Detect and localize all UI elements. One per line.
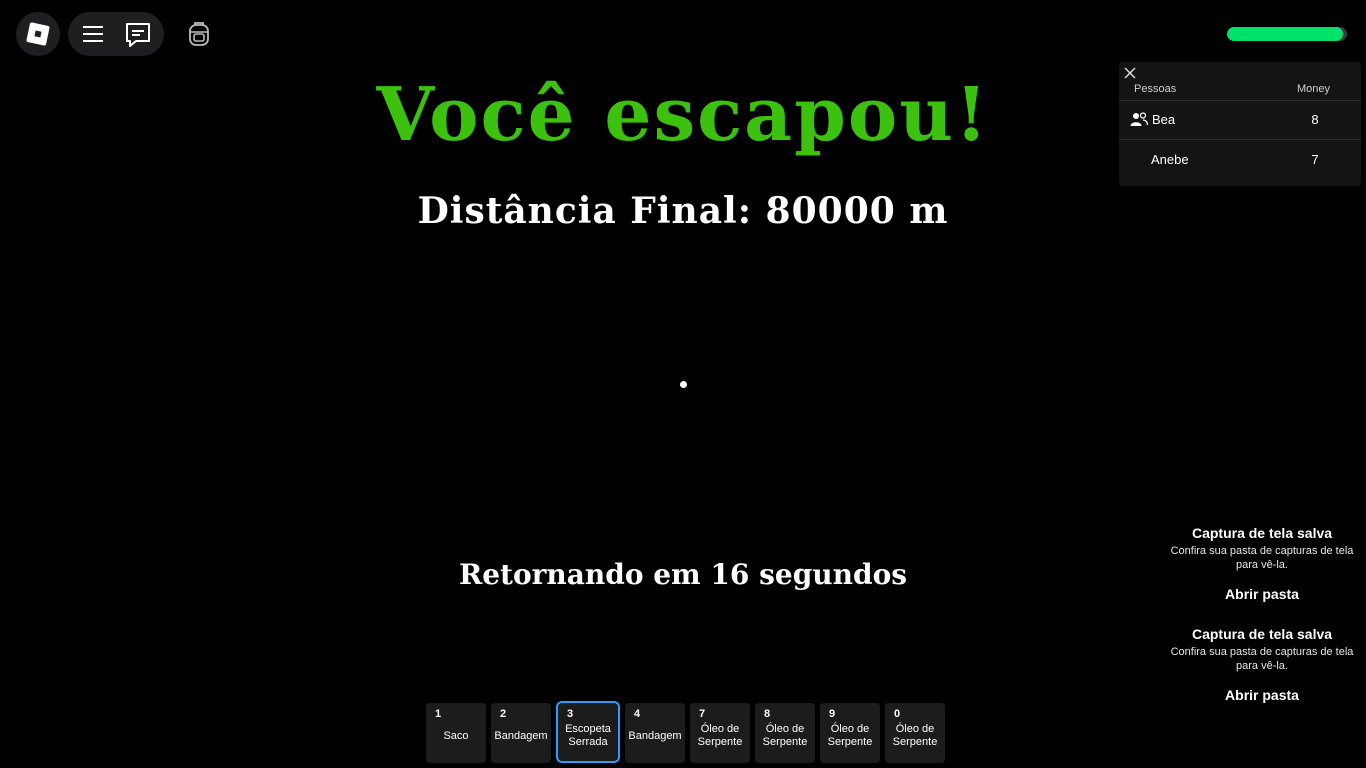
backpack-icon[interactable] <box>186 20 212 48</box>
hotbar: 1 Saco 2 Bandagem 3 Escopeta Serrada 4 B… <box>426 701 945 763</box>
roblox-menu-button[interactable] <box>16 12 60 56</box>
slot-label: Escopeta Serrada <box>565 723 611 748</box>
hotbar-slot[interactable]: 9 Óleo de Serpente <box>820 703 880 763</box>
slot-label: Saco <box>443 729 469 742</box>
slot-key: 0 <box>894 708 901 720</box>
slot-label: Bandagem <box>628 729 682 742</box>
slot-key: 3 <box>567 708 574 720</box>
health-bar <box>1227 27 1347 41</box>
player-name: Anebe <box>1151 152 1189 167</box>
open-folder-button[interactable]: Abrir pasta <box>1225 586 1299 602</box>
notification-body: Confira sua pasta de capturas de tela pa… <box>1170 545 1354 571</box>
player-list: Pessoas Money Bea 8 Anebe 7 <box>1119 62 1361 186</box>
notification-body: Confira sua pasta de capturas de tela pa… <box>1170 646 1354 672</box>
chat-icon[interactable] <box>124 22 152 48</box>
topbar-pill <box>68 12 164 56</box>
screenshot-notification: Captura de tela salva Confira sua pasta … <box>1160 525 1364 604</box>
hotbar-slot-selected[interactable]: 3 Escopeta Serrada <box>556 701 620 763</box>
slot-label: Óleo de Serpente <box>892 723 938 748</box>
game-screen: Você escapou! Distância Final: 80000 m R… <box>0 0 1366 768</box>
hotbar-slot[interactable]: 4 Bandagem <box>625 703 685 763</box>
hotbar-slot[interactable]: 8 Óleo de Serpente <box>755 703 815 763</box>
notification-title: Captura de tela salva <box>1191 626 1333 642</box>
player-name: Bea <box>1152 112 1176 127</box>
slot-key: 1 <box>435 708 442 720</box>
slot-label: Bandagem <box>494 729 548 742</box>
player-row[interactable]: Bea 8 <box>1119 100 1361 140</box>
open-folder-button[interactable]: Abrir pasta <box>1225 687 1299 703</box>
slot-label: Óleo de Serpente <box>697 723 743 748</box>
menu-icon[interactable] <box>82 24 106 44</box>
notification-title: Captura de tela salva <box>1191 525 1333 541</box>
roblox-logo-icon <box>26 22 50 46</box>
slot-key: 8 <box>764 708 771 720</box>
hotbar-slot[interactable]: 7 Óleo de Serpente <box>690 703 750 763</box>
hotbar-slot[interactable]: 0 Óleo de Serpente <box>885 703 945 763</box>
friends-icon <box>1130 112 1148 126</box>
player-row[interactable]: Anebe 7 <box>1119 140 1361 179</box>
slot-key: 9 <box>829 708 836 720</box>
slot-key: 4 <box>634 708 641 720</box>
hotbar-slot[interactable]: 1 Saco <box>426 703 486 763</box>
slot-label: Óleo de Serpente <box>762 723 808 748</box>
player-money: 8 <box>1311 112 1319 127</box>
player-list-header: Pessoas Money <box>1119 82 1361 101</box>
slot-key: 2 <box>500 708 507 720</box>
money-column-header: Money <box>1296 83 1330 95</box>
final-distance: Distância Final: 80000 m <box>417 190 949 232</box>
people-column-header: Pessoas <box>1134 83 1177 95</box>
crosshair-dot <box>680 381 687 388</box>
slot-key: 7 <box>699 708 706 720</box>
slot-label: Óleo de Serpente <box>827 723 873 748</box>
health-bar-fill <box>1227 27 1344 41</box>
close-icon[interactable] <box>1123 66 1137 80</box>
hotbar-slot[interactable]: 2 Bandagem <box>491 703 551 763</box>
player-money: 7 <box>1311 152 1319 167</box>
screenshot-notification: Captura de tela salva Confira sua pasta … <box>1160 626 1364 705</box>
